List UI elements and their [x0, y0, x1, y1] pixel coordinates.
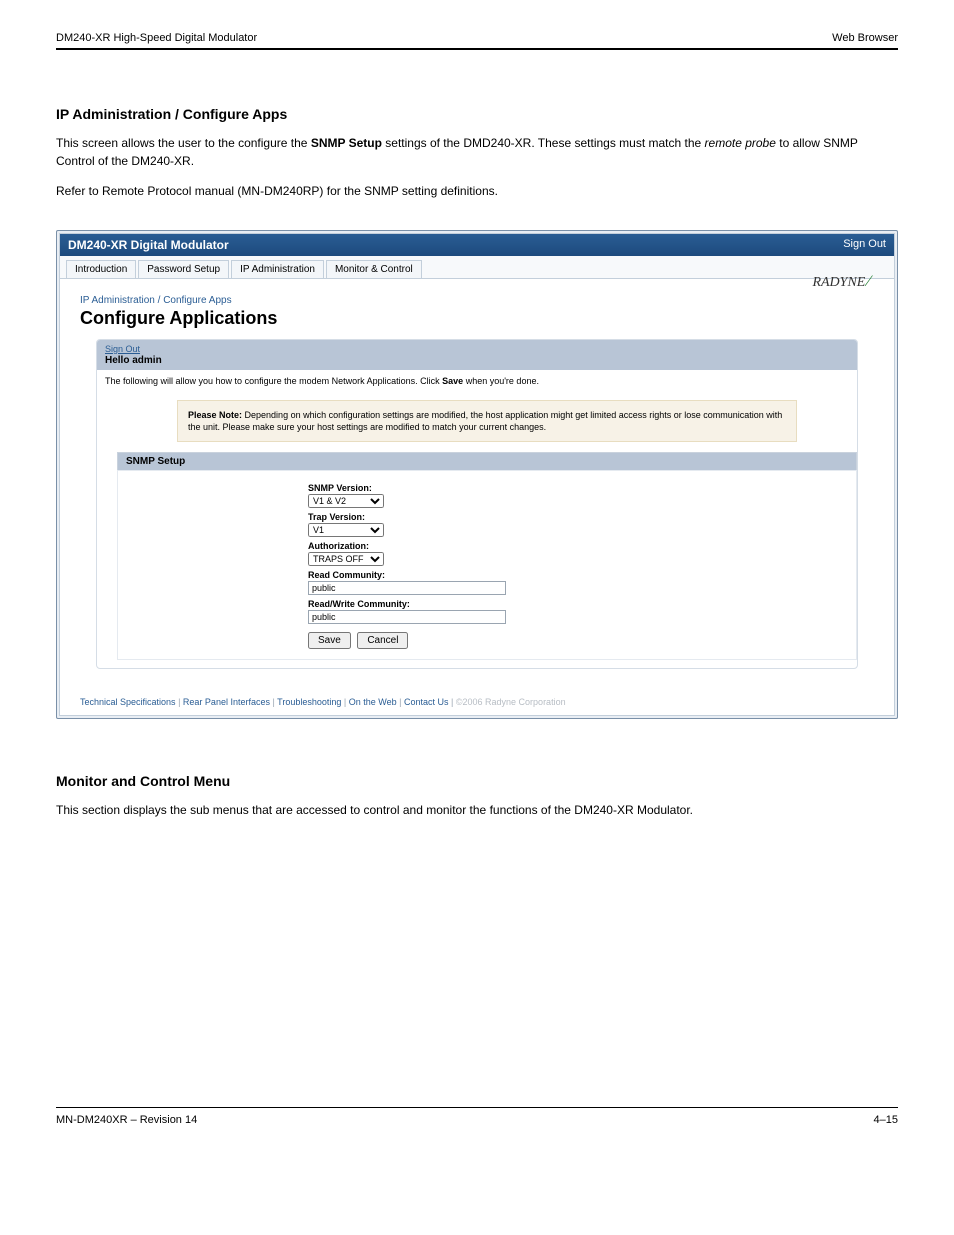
trap-version-label: Trap Version: [308, 512, 848, 522]
intro-1b: settings of the DMD240-XR. These setting… [382, 136, 705, 150]
doc-header-right: Web Browser [832, 32, 898, 44]
doc-footer-right: 4–15 [874, 1114, 898, 1126]
brand-logo: RADYNE⁄ [812, 273, 874, 291]
main-panel: Sign Out Hello admin The following will … [96, 339, 858, 669]
read-community-label: Read Community: [308, 570, 848, 580]
footer-link-contact-us[interactable]: Contact Us [404, 697, 449, 707]
intro-1a: This screen allows the user to the confi… [56, 136, 311, 150]
readwrite-community-input[interactable] [308, 610, 506, 624]
page-footer-rule [56, 1107, 898, 1108]
authorization-label: Authorization: [308, 541, 848, 551]
doc-header-left: DM240-XR High-Speed Digital Modulator [56, 32, 257, 44]
read-community-input[interactable] [308, 581, 506, 595]
panel-instruction: The following will allow you how to conf… [97, 370, 857, 394]
brand-accent-icon: ⁄ [867, 273, 870, 290]
intro-refer: Refer to Remote Protocol manual (MN-DM24… [56, 182, 898, 200]
user-banner: Sign Out Hello admin [97, 340, 857, 370]
tab-bar: Introduction Password Setup IP Administr… [60, 256, 894, 279]
monitor-text: This section displays the sub menus that… [56, 801, 898, 819]
snmp-setup-header: SNMP Setup [117, 452, 857, 470]
tab-password-setup[interactable]: Password Setup [138, 260, 229, 278]
footer-link-tech-specs[interactable]: Technical Specifications [80, 697, 176, 707]
intro-snmp: SNMP Setup [311, 136, 382, 150]
doc-footer-left: MN-DM240XR – Revision 14 [56, 1114, 197, 1126]
page-title: Configure Applications [80, 308, 874, 329]
tab-ip-administration[interactable]: IP Administration [231, 260, 324, 278]
tab-introduction[interactable]: Introduction [66, 260, 136, 278]
footer-link-troubleshooting[interactable]: Troubleshooting [277, 697, 341, 707]
section-ip-admin-heading: IP Administration / Configure Apps [56, 106, 898, 122]
trap-version-select[interactable]: V1 [308, 523, 384, 537]
panel-text-a: The following will allow you how to conf… [105, 376, 442, 386]
config-apps-screenshot: DM240-XR Digital Modulator Sign Out Intr… [56, 230, 898, 719]
footer-link-on-the-web[interactable]: On the Web [349, 697, 397, 707]
warning-note: Please Note: Depending on which configur… [177, 400, 797, 442]
panel-text-b: when you're done. [463, 376, 539, 386]
signout-link-panel[interactable]: Sign Out [105, 344, 140, 354]
intro-remote-probe: remote probe [705, 136, 776, 150]
footer-link-rear-panel[interactable]: Rear Panel Interfaces [183, 697, 270, 707]
footer-links: Technical Specifications | Rear Panel In… [60, 691, 894, 715]
signout-link-header[interactable]: Sign Out [843, 238, 886, 252]
page-header-rule [56, 48, 898, 50]
cancel-button[interactable]: Cancel [357, 632, 408, 649]
snmp-version-select[interactable]: V1 & V2 [308, 494, 384, 508]
window-title-bar: DM240-XR Digital Modulator Sign Out [60, 234, 894, 256]
breadcrumb: IP Administration / Configure Apps [80, 295, 874, 306]
section-monitor-heading: Monitor and Control Menu [56, 773, 898, 789]
blank-space [56, 825, 898, 1085]
hello-user: Hello admin [105, 355, 849, 366]
authorization-select[interactable]: TRAPS OFF [308, 552, 384, 566]
window-title: DM240-XR Digital Modulator [68, 238, 229, 252]
tab-monitor-control[interactable]: Monitor & Control [326, 260, 422, 278]
note-label: Please Note: [188, 410, 242, 420]
intro-paragraph-1: This screen allows the user to the confi… [56, 134, 898, 170]
footer-copyright: ©2006 Radyne Corporation [456, 697, 566, 707]
readwrite-community-label: Read/Write Community: [308, 599, 848, 609]
snmp-version-label: SNMP Version: [308, 483, 848, 493]
save-button[interactable]: Save [308, 632, 351, 649]
panel-text-save-word: Save [442, 376, 463, 386]
brand-text: RADYNE [812, 275, 865, 290]
note-text: Depending on which configuration setting… [188, 410, 782, 432]
snmp-setup-body: SNMP Version: V1 & V2 Trap Version: V1 A… [117, 470, 857, 660]
